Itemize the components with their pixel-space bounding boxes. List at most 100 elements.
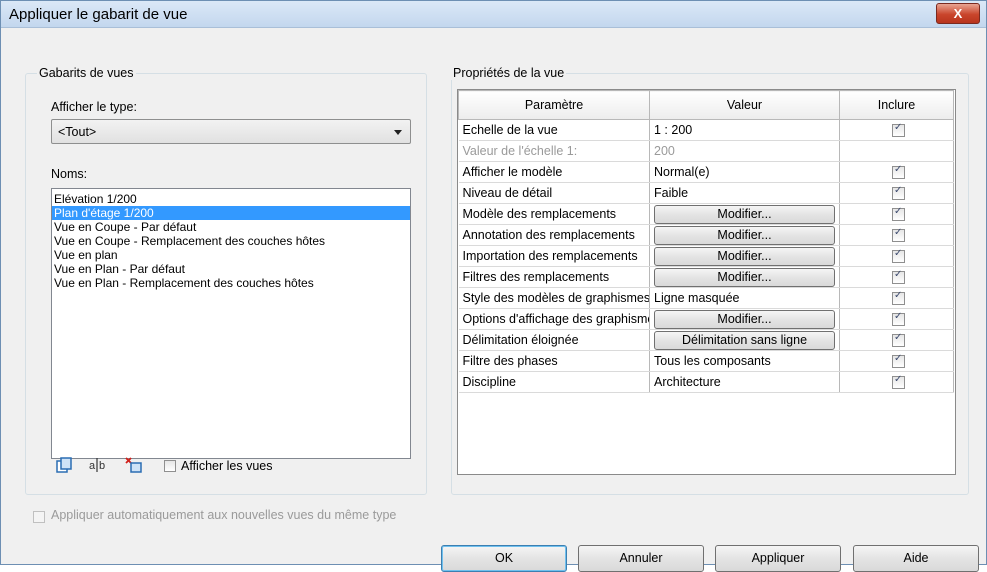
param-cell: Discipline <box>458 371 650 393</box>
show-views-checkbox[interactable] <box>164 460 176 472</box>
value-cell: Modifier... <box>649 245 840 267</box>
include-cell <box>839 266 954 288</box>
param-cell: Style des modèles de graphismes <box>458 287 650 309</box>
auto-apply-checkbox[interactable] <box>33 511 45 523</box>
param-cell: Echelle de la vue <box>458 119 650 141</box>
include-checkbox[interactable] <box>892 227 905 243</box>
include-checkbox[interactable] <box>892 374 905 390</box>
table-row[interactable]: Discipline Architecture <box>458 371 954 393</box>
ok-button[interactable]: OK <box>441 545 567 572</box>
table-row[interactable]: Valeur de l'échelle 1: 200 <box>458 140 954 162</box>
param-cell: Valeur de l'échelle 1: <box>458 140 650 162</box>
table-row[interactable]: Afficher le modèle Normal(e) <box>458 161 954 183</box>
chevron-down-icon <box>394 130 402 135</box>
table-row[interactable]: Echelle de la vue 1 : 200 <box>458 119 954 141</box>
type-label: Afficher le type: <box>51 100 137 114</box>
include-cell <box>839 224 954 246</box>
include-checkbox[interactable] <box>892 185 905 201</box>
include-checkbox[interactable] <box>892 332 905 348</box>
table-row[interactable]: Modèle des remplacements Modifier... <box>458 203 954 225</box>
include-checkbox[interactable] <box>892 269 905 285</box>
value-cell[interactable]: Tous les composants <box>649 350 840 372</box>
list-item[interactable]: Vue en Plan - Par défaut <box>52 262 410 276</box>
close-button[interactable]: X <box>936 3 980 24</box>
table-row[interactable]: Filtres des remplacements Modifier... <box>458 266 954 288</box>
help-button[interactable]: Aide <box>853 545 979 572</box>
title-bar[interactable]: Appliquer le gabarit de vue X <box>1 1 986 28</box>
param-cell: Filtres des remplacements <box>458 266 650 288</box>
modify-button[interactable]: Modifier... <box>654 247 835 266</box>
param-cell: Délimitation éloignée <box>458 329 650 351</box>
include-checkbox[interactable] <box>892 290 905 306</box>
value-cell[interactable]: Ligne masquée <box>649 287 840 309</box>
svg-text:b: b <box>99 460 105 472</box>
include-cell <box>839 203 954 225</box>
param-cell: Niveau de détail <box>458 182 650 204</box>
include-cell <box>839 287 954 309</box>
view-properties-group-title: Propriétés de la vue <box>451 66 567 80</box>
cancel-button[interactable]: Annuler <box>578 545 704 572</box>
include-cell <box>839 329 954 351</box>
modify-button[interactable]: Modifier... <box>654 310 835 329</box>
table-row[interactable]: Annotation des remplacements Modifier... <box>458 224 954 246</box>
header-parameter[interactable]: Paramètre <box>458 90 650 120</box>
apply-button[interactable]: Appliquer <box>715 545 841 572</box>
value-cell[interactable]: Architecture <box>649 371 840 393</box>
grid-header-row: Paramètre Valeur Inclure <box>458 90 954 120</box>
list-item[interactable]: Elévation 1/200 <box>52 192 410 206</box>
value-cell: Modifier... <box>649 224 840 246</box>
modify-button[interactable]: Modifier... <box>654 268 835 287</box>
param-cell: Annotation des remplacements <box>458 224 650 246</box>
auto-apply-label: Appliquer automatiquement aux nouvelles … <box>51 508 397 522</box>
list-item[interactable]: Vue en Plan - Remplacement des couches h… <box>52 276 410 290</box>
table-row[interactable]: Style des modèles de graphismes Ligne mas… <box>458 287 954 309</box>
type-dropdown-value: <Tout> <box>58 125 97 139</box>
modify-button[interactable]: Délimitation sans ligne <box>654 331 835 350</box>
list-item[interactable]: Vue en plan <box>52 248 410 262</box>
list-item[interactable]: Plan d'étage 1/200 <box>52 206 410 220</box>
modify-button[interactable]: Modifier... <box>654 226 835 245</box>
value-cell: Modifier... <box>649 266 840 288</box>
names-label: Noms: <box>51 167 88 181</box>
param-cell: Importation des remplacements <box>458 245 650 267</box>
duplicate-icon[interactable] <box>55 456 73 474</box>
table-row[interactable]: Niveau de détail Faible <box>458 182 954 204</box>
type-dropdown[interactable]: <Tout> <box>51 119 411 144</box>
include-checkbox[interactable] <box>892 122 905 138</box>
include-checkbox[interactable] <box>892 248 905 264</box>
include-cell <box>839 182 954 204</box>
table-row[interactable]: Options d'affichage des graphismes Modifi… <box>458 308 954 330</box>
value-cell: Délimitation sans ligne <box>649 329 840 351</box>
value-cell[interactable]: Normal(e) <box>649 161 840 183</box>
include-cell <box>839 371 954 393</box>
show-views-label: Afficher les vues <box>181 459 273 473</box>
param-cell: Filtre des phases <box>458 350 650 372</box>
table-row[interactable]: Importation des remplacements Modifier... <box>458 245 954 267</box>
include-cell <box>839 119 954 141</box>
param-cell: Options d'affichage des graphismes <box>458 308 650 330</box>
names-listbox[interactable]: Elévation 1/200 Plan d'étage 1/200 Vue en … <box>51 188 411 459</box>
list-item[interactable]: Vue en Coupe - Remplacement des couches … <box>52 234 410 248</box>
header-include[interactable]: Inclure <box>839 90 954 120</box>
include-cell <box>839 161 954 183</box>
include-checkbox[interactable] <box>892 353 905 369</box>
include-checkbox[interactable] <box>892 311 905 327</box>
modify-button[interactable]: Modifier... <box>654 205 835 224</box>
include-cell <box>839 308 954 330</box>
header-value[interactable]: Valeur <box>649 90 840 120</box>
value-cell: Modifier... <box>649 308 840 330</box>
rename-icon[interactable]: a b <box>89 456 107 474</box>
dialog-body: Gabarits de vues Afficher le type: <Tout… <box>7 31 980 572</box>
delete-icon[interactable] <box>125 456 143 474</box>
list-item[interactable]: Vue en Coupe - Par défaut <box>52 220 410 234</box>
table-row[interactable]: Filtre des phases Tous les composants <box>458 350 954 372</box>
include-checkbox[interactable] <box>892 164 905 180</box>
dialog-window: Appliquer le gabarit de vue X Gabarits d… <box>0 0 987 572</box>
table-row[interactable]: Délimitation éloignée Délimitation sans l… <box>458 329 954 351</box>
include-cell <box>839 140 954 162</box>
param-cell: Afficher le modèle <box>458 161 650 183</box>
value-cell[interactable]: Faible <box>649 182 840 204</box>
value-cell[interactable]: 1 : 200 <box>649 119 840 141</box>
value-cell: 200 <box>649 140 840 162</box>
include-checkbox[interactable] <box>892 206 905 222</box>
